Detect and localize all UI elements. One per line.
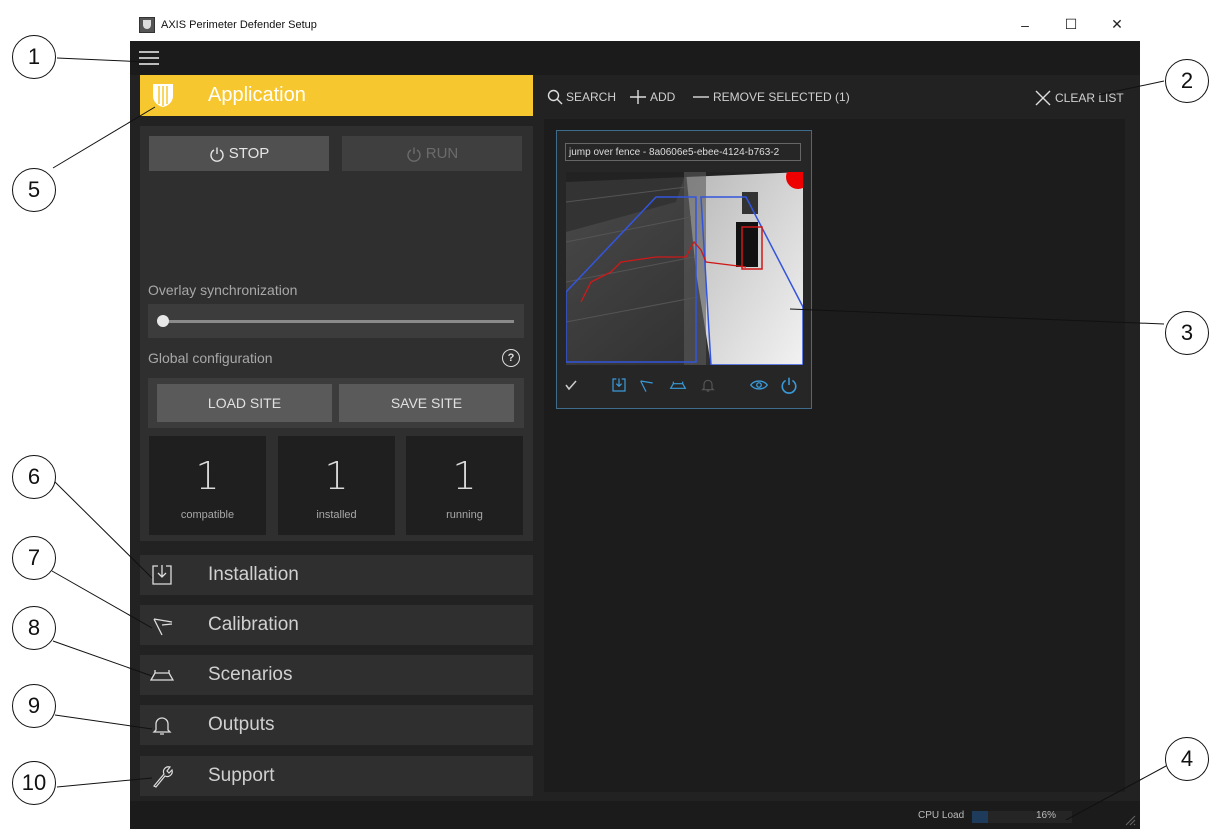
callout-9: 9 xyxy=(12,684,56,728)
callout-3: 3 xyxy=(1165,311,1209,355)
callout-5: 5 xyxy=(12,168,56,212)
callout-4: 4 xyxy=(1165,737,1209,781)
callout-10: 10 xyxy=(12,761,56,805)
callout-6: 6 xyxy=(12,455,56,499)
callout-8: 8 xyxy=(12,606,56,650)
callout-2: 2 xyxy=(1165,59,1209,103)
callout-1: 1 xyxy=(12,35,56,79)
callout-leader-lines xyxy=(50,57,1167,821)
callout-7: 7 xyxy=(12,536,56,580)
